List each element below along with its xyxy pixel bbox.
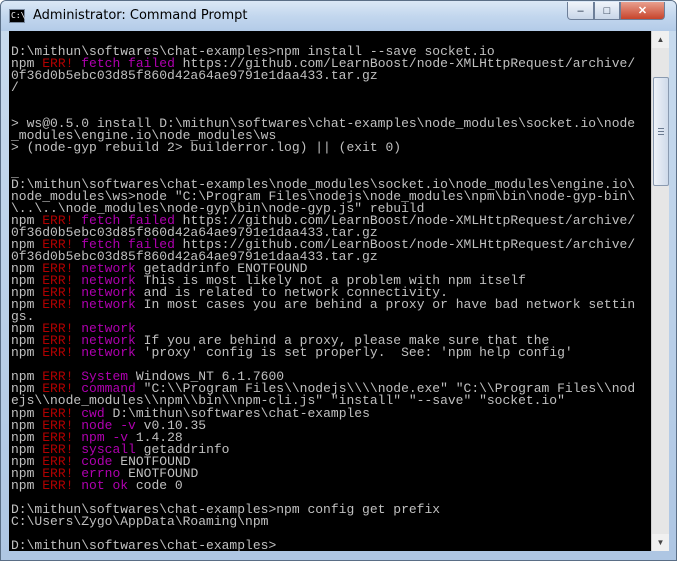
console-text: D:\mithun\softwares\chat-examples>: [11, 538, 277, 551]
maximize-icon: □: [603, 4, 611, 17]
console-text: /: [11, 80, 19, 96]
console-text: npm: [11, 477, 43, 493]
console-line: /: [11, 80, 19, 96]
console-line: D:\mithun\softwares\chat-examples>: [11, 538, 277, 551]
console-text: code 0: [128, 477, 183, 493]
window-title: Administrator: Command Prompt: [33, 8, 248, 23]
scroll-up-button[interactable]: ▲: [652, 31, 669, 48]
err-category: network: [81, 297, 136, 313]
arrow-down-icon: ▼: [656, 538, 665, 547]
console-output[interactable]: D:\mithun\softwares\chat-examples>npm in…: [9, 31, 651, 551]
console-line: npm ERR! not ok code 0: [11, 477, 183, 493]
console-icon[interactable]: C:\: [9, 9, 25, 23]
console-text: C:\Users\Zygo\AppData\Roaming\npm: [11, 513, 269, 529]
err-tag: ERR!: [42, 345, 74, 361]
minimize-button[interactable]: –: [567, 2, 594, 20]
vertical-scrollbar[interactable]: ▲ ▼: [651, 31, 669, 551]
arrow-up-icon: ▲: [656, 35, 665, 44]
minimize-icon: –: [577, 4, 584, 17]
console-line: 0f36d0b5ebc03d85f860d42a64ae9791e1daa433…: [11, 68, 378, 84]
err-tag: ERR!: [42, 297, 74, 313]
console-text: 0f36d0b5ebc03d85f860d42a64ae9791e1daa433…: [11, 68, 378, 84]
scroll-down-button[interactable]: ▼: [652, 534, 669, 551]
console-line: npm ERR! network 'proxy' config is set p…: [11, 345, 573, 361]
err-tag: ERR!: [42, 477, 74, 493]
close-icon: ✕: [637, 5, 648, 17]
close-button[interactable]: ✕: [620, 2, 665, 20]
console-text: In most cases you are behind a proxy or …: [135, 297, 636, 313]
command-prompt-window: C:\ Administrator: Command Prompt – □ ✕ …: [0, 0, 677, 561]
console-text: npm: [11, 345, 43, 361]
err-category: network: [81, 345, 136, 361]
maximize-button[interactable]: □: [594, 2, 620, 20]
scrollbar-thumb[interactable]: [653, 77, 669, 187]
console-line: > (node-gyp rebuild 2> builderror.log) |…: [11, 140, 402, 156]
console-line: npm ERR! network In most cases you are b…: [11, 297, 636, 313]
title-bar[interactable]: C:\ Administrator: Command Prompt – □ ✕: [1, 1, 676, 31]
console-text: 'proxy' config is set properly. See: 'np…: [135, 345, 573, 361]
console-line: C:\Users\Zygo\AppData\Roaming\npm: [11, 513, 269, 529]
console-text: > (node-gyp rebuild 2> builderror.log) |…: [11, 140, 402, 156]
err-category: not ok: [81, 477, 129, 493]
